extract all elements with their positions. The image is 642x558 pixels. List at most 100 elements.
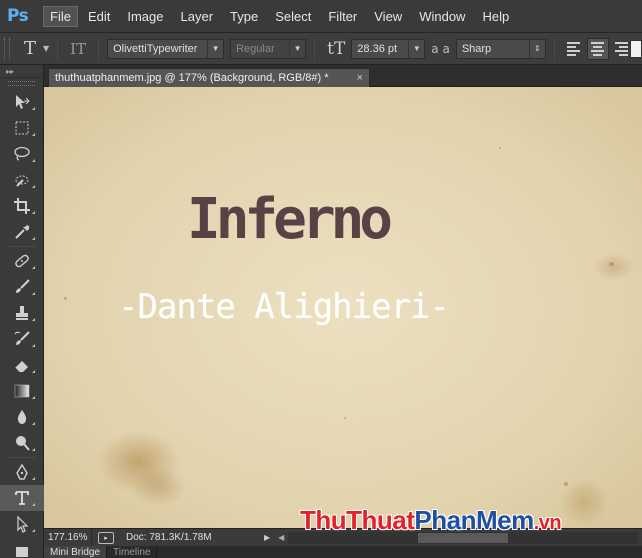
tool-preset-dropdown-arrow[interactable]: ▼	[43, 44, 49, 53]
font-family-value: OlivettiTypewriter	[113, 42, 198, 55]
align-left-icon	[567, 40, 581, 58]
gradient-icon	[14, 384, 30, 398]
menu-help[interactable]: Help	[475, 6, 516, 27]
dodge-icon	[16, 436, 30, 451]
quick-selection-tool[interactable]	[0, 167, 44, 193]
eyedropper-tool[interactable]	[0, 219, 44, 245]
toolbox: ▸▸	[0, 65, 44, 558]
divider	[314, 37, 316, 60]
bottom-panel-tabs: Mini Bridge Timeline	[44, 546, 642, 558]
paper-speck	[64, 297, 67, 300]
menu-select[interactable]: Select	[268, 6, 318, 27]
stamp-icon	[16, 306, 28, 320]
options-bar-grip[interactable]	[4, 37, 10, 60]
menu-bar: Ps File Edit Image Layer Type Select Fil…	[0, 0, 642, 33]
export-icon[interactable]: ▸	[98, 531, 114, 544]
rectangle-tool[interactable]	[0, 537, 44, 558]
watermark-logo: ThuThuatPhanMem.vn	[300, 505, 562, 536]
menu-window[interactable]: Window	[412, 6, 472, 27]
watermark-part-2: PhanMem	[414, 505, 534, 535]
divider	[57, 37, 59, 60]
move-icon	[16, 95, 30, 109]
align-center-icon	[591, 40, 605, 58]
gradient-tool[interactable]	[0, 378, 44, 404]
menu-edit[interactable]: Edit	[81, 6, 117, 27]
water-drop-icon	[17, 410, 27, 424]
bandage-icon	[15, 254, 29, 268]
menu-filter[interactable]: Filter	[321, 6, 364, 27]
font-style-select[interactable]: Regular ▼	[230, 38, 307, 59]
tab-mini-bridge[interactable]: Mini Bridge	[44, 546, 108, 558]
document-tab[interactable]: thuthuatphanmem.jpg @ 177% (Background, …	[48, 68, 370, 87]
chevron-updown-icon: ⇕	[528, 39, 545, 58]
document-canvas[interactable]: Inferno -Dante Alighieri-	[44, 87, 642, 528]
font-family-select[interactable]: OlivettiTypewriter ▼	[107, 38, 225, 59]
close-icon[interactable]: ×	[357, 72, 363, 84]
align-left-button[interactable]	[563, 38, 585, 60]
align-right-icon	[615, 40, 629, 58]
toolbox-collapse-icon[interactable]: ▸▸	[0, 65, 43, 78]
divider	[98, 37, 100, 60]
brush-tool[interactable]	[0, 274, 44, 300]
watermark-part-1: ThuThuat	[300, 505, 415, 535]
anti-alias-icon: a a	[431, 41, 450, 56]
watermark-part-3: .vn	[533, 512, 562, 534]
photoshop-logo: Ps	[7, 6, 29, 26]
paper-speck	[499, 147, 501, 149]
text-orientation-icon[interactable]: IT	[70, 40, 86, 58]
move-tool[interactable]	[0, 89, 44, 115]
healing-brush-tool[interactable]	[0, 248, 44, 274]
eraser-icon	[14, 361, 28, 373]
zoom-level[interactable]: 177.16%	[44, 529, 92, 546]
font-size-value: 28.36 pt	[357, 42, 398, 55]
history-brush-tool[interactable]	[0, 326, 44, 352]
document-tab-strip: thuthuatphanmem.jpg @ 177% (Background, …	[44, 65, 642, 87]
canvas-subtitle-text[interactable]: -Dante Alighieri-	[118, 287, 450, 327]
menu-file[interactable]: File	[43, 5, 78, 27]
rectangular-marquee-icon	[15, 121, 29, 135]
toolbox-grip[interactable]	[8, 81, 35, 86]
pen-tool[interactable]	[0, 459, 44, 485]
pen-nib-icon	[16, 463, 28, 480]
menu-view[interactable]: View	[367, 6, 409, 27]
tab-timeline[interactable]: Timeline	[107, 546, 158, 558]
anti-alias-value: Sharp	[461, 42, 492, 55]
rectangle-shape-icon	[16, 547, 28, 557]
clone-stamp-tool[interactable]	[0, 300, 44, 326]
status-menu-arrow[interactable]: ▶	[264, 533, 270, 542]
eraser-tool[interactable]	[0, 352, 44, 378]
type-icon	[15, 491, 29, 505]
font-style-value: Regular	[236, 42, 275, 55]
menu-layer[interactable]: Layer	[174, 6, 221, 27]
anti-alias-select[interactable]: Sharp ⇕	[455, 38, 546, 59]
type-tool-preset-icon[interactable]: T	[24, 38, 36, 59]
paper-speck	[344, 417, 346, 419]
scroll-left-arrow[interactable]: ◀	[278, 533, 284, 542]
lasso-icon	[14, 146, 30, 161]
crop-icon	[14, 198, 30, 214]
path-selection-tool[interactable]	[0, 511, 44, 537]
canvas-title-text[interactable]: Inferno	[187, 187, 393, 252]
font-size-icon: tT	[327, 38, 346, 59]
document-tab-title: thuthuatphanmem.jpg @ 177% (Background, …	[55, 72, 329, 84]
align-center-button[interactable]	[586, 37, 609, 60]
marquee-tool[interactable]	[0, 115, 44, 141]
quick-selection-icon	[15, 175, 29, 187]
arrow-pointer-icon	[17, 515, 29, 533]
history-brush-icon	[14, 331, 30, 345]
font-size-select[interactable]: 28.36 pt ▼	[351, 38, 426, 59]
menu-type[interactable]: Type	[223, 6, 265, 27]
paper-speck	[564, 482, 568, 486]
crop-tool[interactable]	[0, 193, 44, 219]
lasso-tool[interactable]	[0, 141, 44, 167]
text-color-swatch[interactable]	[630, 40, 642, 58]
chevron-down-icon: ▼	[408, 39, 424, 58]
menu-image[interactable]: Image	[120, 6, 170, 27]
document-size-info: Doc: 781.3K/1.78M	[126, 532, 212, 543]
dodge-tool[interactable]	[0, 430, 44, 456]
options-bar: T ▼ IT OlivettiTypewriter ▼ Regular ▼ tT…	[0, 33, 642, 65]
blur-tool[interactable]	[0, 404, 44, 430]
type-tool[interactable]	[0, 485, 44, 511]
chevron-down-icon: ▼	[289, 39, 305, 58]
chevron-down-icon: ▼	[207, 39, 223, 58]
